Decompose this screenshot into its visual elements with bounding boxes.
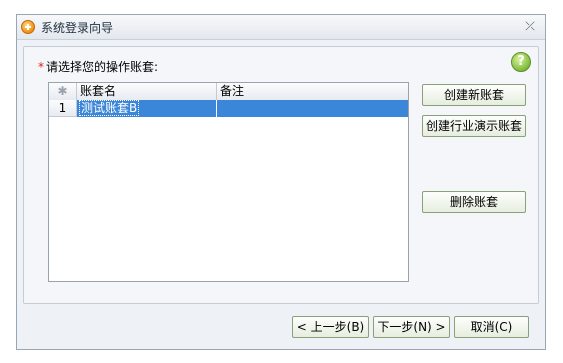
prompt-label: * 请选择您的操作账套: — [38, 58, 158, 75]
delete-account-set-button[interactable]: 删除账套 — [422, 191, 526, 213]
table-header: ✱ 账套名 备注 — [49, 83, 408, 101]
account-name-text: 测试账套B — [79, 100, 140, 116]
help-icon[interactable]: ? — [511, 52, 531, 72]
next-step-button[interactable]: 下一步(N) > — [373, 316, 450, 338]
account-set-table[interactable]: ✱ 账套名 备注 1 测试账套B — [48, 82, 409, 282]
prompt-text: 请选择您的操作账套: — [46, 60, 159, 74]
cell-account-note[interactable] — [217, 100, 408, 117]
window-title: 系统登录向导 — [41, 21, 114, 35]
column-header-name[interactable]: 账套名 — [77, 83, 217, 100]
row-number[interactable]: 1 — [49, 100, 77, 117]
title-bar: 系统登录向导 ⤫ — [17, 15, 545, 40]
login-wizard-window: 系统登录向导 ⤫ * 请选择您的操作账套: ? ✱ 账套名 备注 1 测试账套B … — [16, 14, 546, 350]
close-icon[interactable]: ⤫ — [523, 19, 537, 33]
cell-account-name[interactable]: 测试账套B — [77, 100, 217, 117]
create-demo-account-set-button[interactable]: 创建行业演示账套 — [422, 115, 526, 137]
row-selector-header[interactable]: ✱ — [49, 83, 77, 100]
app-icon — [21, 20, 35, 34]
column-header-note[interactable]: 备注 — [217, 83, 409, 100]
required-mark: * — [38, 60, 44, 74]
table-row[interactable]: 1 测试账套B — [49, 100, 408, 117]
cancel-button[interactable]: 取消(C) — [454, 316, 529, 338]
create-new-account-set-button[interactable]: 创建新账套 — [422, 84, 526, 106]
prev-step-button[interactable]: < 上一步(B) — [292, 316, 369, 338]
